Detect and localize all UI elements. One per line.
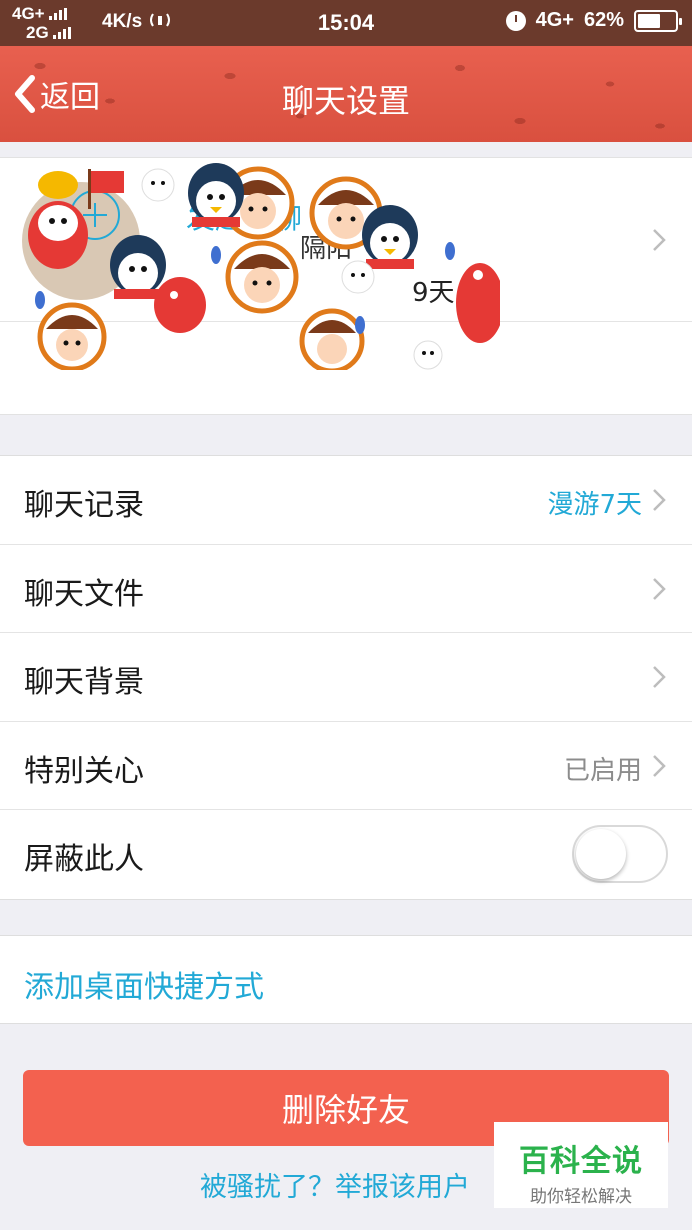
chat-history-row[interactable]: 聊天记录 漫游7天 bbox=[0, 456, 692, 545]
add-desktop-shortcut-label: 添加桌面快捷方式 bbox=[24, 970, 264, 1005]
watermark-title: 百科全说 bbox=[519, 1144, 643, 1179]
network-type-right: 4G+ bbox=[535, 9, 574, 31]
block-user-label: 屏蔽此人 bbox=[24, 842, 144, 877]
start-group-chat-row[interactable] bbox=[0, 322, 692, 416]
nav-bar: 返回 聊天设置 bbox=[0, 46, 692, 142]
add-desktop-shortcut-row[interactable]: 添加桌面快捷方式 bbox=[0, 935, 692, 1024]
friend-profile-row[interactable]: 隔阳 9天 bbox=[0, 158, 692, 322]
chat-history-label: 聊天记录 bbox=[24, 488, 144, 523]
page-title: 聊天设置 bbox=[281, 82, 410, 120]
friend-name: 隔阳 bbox=[300, 234, 353, 264]
special-care-row[interactable]: 特别关心 已启用 bbox=[0, 722, 692, 810]
special-care-value: 已启用 bbox=[563, 755, 642, 786]
status-right-group: 4G+ 62% bbox=[505, 9, 682, 32]
friend-days: 9天 bbox=[412, 278, 455, 308]
settings-list: 聊天记录 漫游7天 聊天文件 聊天背景 特别关心 已启用 屏蔽此人 bbox=[0, 455, 692, 900]
start-group-chat-label[interactable]: 发起群聊 bbox=[186, 195, 302, 237]
add-group-icon[interactable] bbox=[70, 190, 120, 240]
back-button[interactable]: 返回 bbox=[12, 72, 100, 116]
chevron-right-icon bbox=[653, 754, 666, 777]
chevron-right-icon bbox=[653, 489, 666, 511]
chat-background-label: 聊天背景 bbox=[24, 665, 144, 700]
battery-icon bbox=[634, 9, 682, 32]
block-user-toggle[interactable] bbox=[572, 825, 668, 883]
special-care-label: 特别关心 bbox=[24, 753, 144, 789]
back-label: 返回 bbox=[40, 80, 100, 115]
watermark-logo: 百科全说 助你轻松解决 bbox=[494, 1122, 668, 1208]
battery-percent: 62% bbox=[583, 9, 624, 31]
chat-background-row[interactable]: 聊天背景 bbox=[0, 633, 692, 722]
watermark-subtitle: 助你轻松解决 bbox=[530, 1187, 632, 1207]
chevron-left-icon bbox=[15, 75, 35, 113]
chevron-right-icon bbox=[653, 577, 666, 600]
chat-files-label: 聊天文件 bbox=[24, 576, 144, 612]
battery-fill bbox=[638, 13, 661, 28]
report-user-link[interactable]: 被骚扰了？举报该用户 bbox=[200, 1165, 470, 1204]
alarm-icon bbox=[505, 10, 526, 31]
chat-settings-page: 4G+ 2G 4K/s 15:04 4G+ 62% 返回 聊天设置 隔阳 9天 … bbox=[0, 0, 692, 1230]
chevron-right-icon bbox=[653, 666, 666, 688]
toggle-knob bbox=[576, 829, 626, 879]
block-user-row: 屏蔽此人 bbox=[0, 810, 692, 899]
status-bar: 4G+ 2G 4K/s 15:04 4G+ 62% bbox=[0, 0, 692, 46]
chat-files-row[interactable]: 聊天文件 bbox=[0, 545, 692, 633]
chat-history-value: 漫游7天 bbox=[547, 490, 642, 520]
chevron-right-icon bbox=[653, 229, 666, 251]
